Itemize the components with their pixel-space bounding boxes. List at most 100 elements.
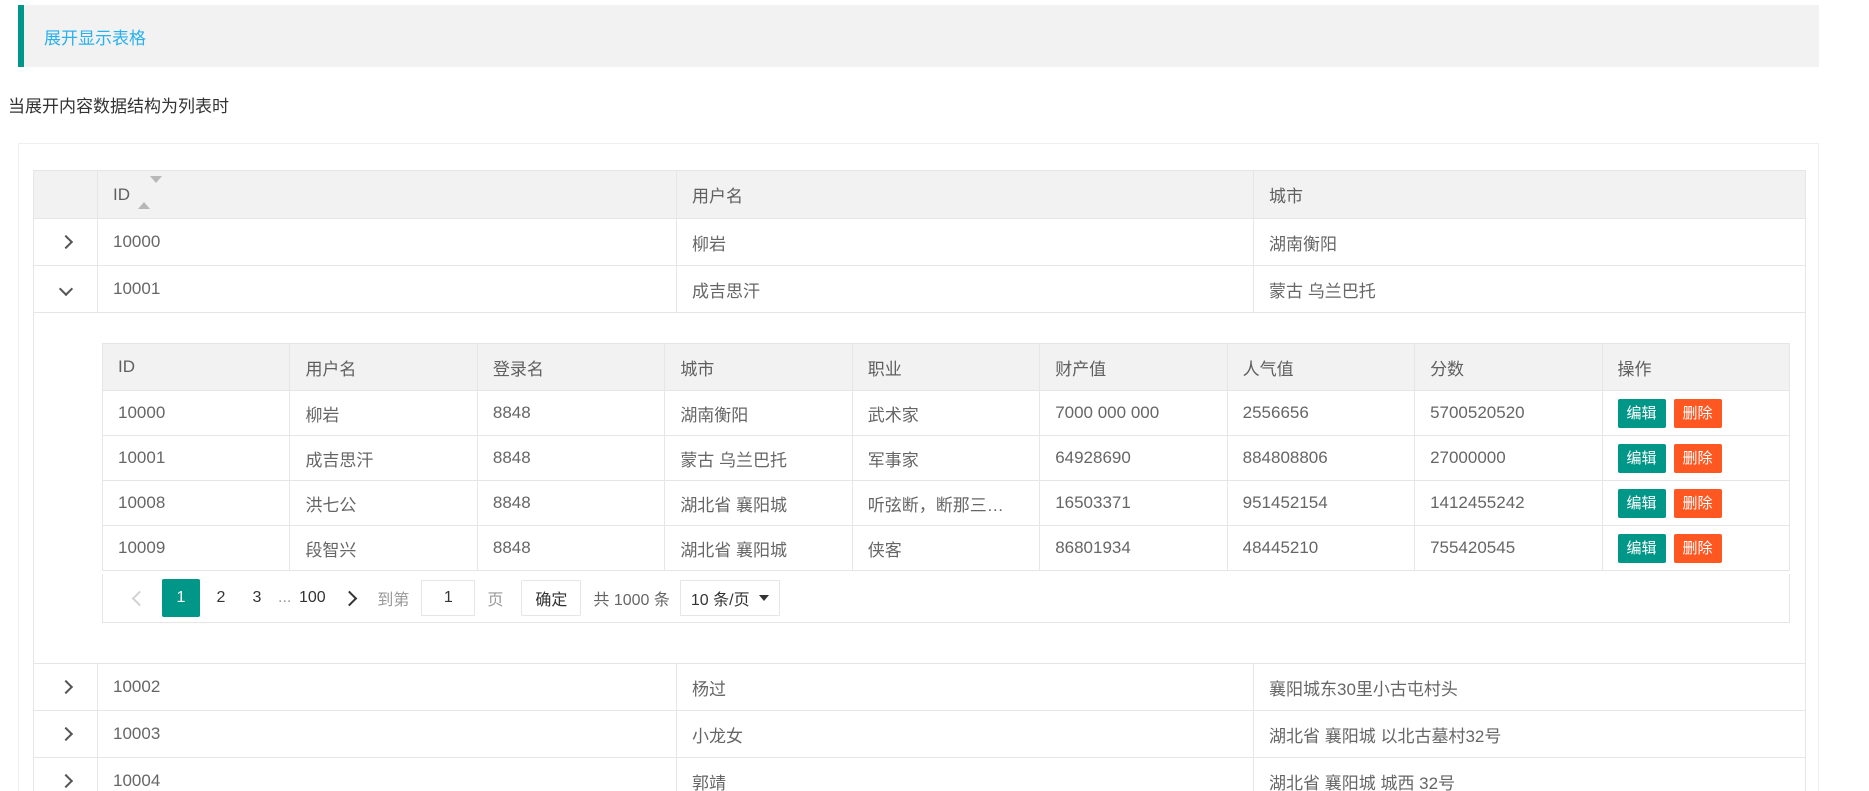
nested-cell-username: 成吉思汗	[290, 436, 477, 481]
delete-button[interactable]: 删除	[1674, 399, 1722, 428]
nested-cell-login: 8848	[477, 526, 664, 571]
nested-cell-popularity: 884808806	[1227, 436, 1414, 481]
expandable-table: ID用户名城市10000柳岩湖南衡阳10001成吉思汗蒙古 乌兰巴托ID用户名登…	[33, 170, 1804, 791]
cell-username: 柳岩	[677, 219, 1254, 266]
nested-cell-popularity: 951452154	[1227, 481, 1414, 526]
cell-city: 湖南衡阳	[1254, 219, 1806, 266]
nested-cell-city: 湖南衡阳	[665, 391, 852, 436]
column-header-label: 城市	[1269, 187, 1303, 206]
nested-table-row: 10008洪七公8848湖北省 襄阳城听弦断，断那三…1650337195145…	[103, 481, 1790, 526]
nested-column-header-财产值: 财产值	[1040, 344, 1227, 391]
table-row: 10002杨过襄阳城东30里小古屯村头	[34, 664, 1806, 711]
main-table: ID用户名城市10000柳岩湖南衡阳10001成吉思汗蒙古 乌兰巴托ID用户名登…	[33, 170, 1806, 791]
cell-id: 10000	[98, 219, 677, 266]
page-button-3[interactable]: 3	[242, 579, 272, 617]
page-size-select[interactable]: 10 条/页	[680, 580, 780, 616]
delete-button[interactable]: 删除	[1674, 489, 1722, 518]
delete-button[interactable]: 删除	[1674, 444, 1722, 473]
sort-desc-icon[interactable]	[150, 176, 162, 202]
nested-cell-id: 10001	[103, 436, 290, 481]
goto-label: 到第	[377, 586, 409, 610]
nested-cell-job: 军事家	[852, 436, 1039, 481]
nested-column-header-用户名: 用户名	[290, 344, 477, 391]
nested-cell-wealth: 64928690	[1040, 436, 1227, 481]
nested-header-row: ID用户名登录名城市职业财产值人气值分数操作	[103, 344, 1790, 391]
cell-city: 湖北省 襄阳城 以北古墓村32号	[1254, 711, 1806, 758]
nested-table-row: 10000柳岩8848湖南衡阳武术家7000 000 0002556656570…	[103, 391, 1790, 436]
nested-cell-username: 洪七公	[290, 481, 477, 526]
nested-cell-username: 段智兴	[290, 526, 477, 571]
chevron-right-icon[interactable]	[58, 727, 72, 741]
section-link[interactable]: 展开显示表格	[24, 24, 146, 49]
chevron-down-icon[interactable]	[58, 282, 72, 296]
expand-toggle-cell[interactable]	[34, 664, 98, 711]
nested-cell-id: 10009	[103, 526, 290, 571]
nested-column-header-登录名: 登录名	[477, 344, 664, 391]
edit-button[interactable]: 编辑	[1618, 444, 1666, 473]
nested-cell-wealth: 86801934	[1040, 526, 1227, 571]
nested-cell-actions: 编辑删除	[1602, 391, 1790, 436]
sort-asc-icon[interactable]	[138, 183, 150, 209]
expand-toggle-cell[interactable]	[34, 219, 98, 266]
nested-cell-login: 8848	[477, 481, 664, 526]
nested-cell-score: 1412455242	[1415, 481, 1602, 526]
nested-column-header-职业: 职业	[852, 344, 1039, 391]
nested-cell-username: 柳岩	[290, 391, 477, 436]
nested-column-header-城市: 城市	[665, 344, 852, 391]
nested-cell-login: 8848	[477, 391, 664, 436]
chevron-right-icon[interactable]	[58, 680, 72, 694]
nested-table-row: 10009段智兴8848湖北省 襄阳城侠客8680193448445210755…	[103, 526, 1790, 571]
nested-column-header-操作: 操作	[1602, 344, 1790, 391]
table-row: 10003小龙女湖北省 襄阳城 以北古墓村32号	[34, 711, 1806, 758]
next-page-icon[interactable]	[342, 590, 358, 606]
edit-button[interactable]: 编辑	[1618, 534, 1666, 563]
page-button-1[interactable]: 1	[162, 579, 200, 617]
pagination-bar: 123...100到第页确定共 1000 条10 条/页	[102, 574, 1790, 623]
table-container: ID用户名城市10000柳岩湖南衡阳10001成吉思汗蒙古 乌兰巴托ID用户名登…	[18, 143, 1819, 791]
chevron-right-icon[interactable]	[58, 235, 72, 249]
nested-column-header-人气值: 人气值	[1227, 344, 1414, 391]
nested-cell-wealth: 7000 000 000	[1040, 391, 1227, 436]
delete-button[interactable]: 删除	[1674, 534, 1722, 563]
table-row: 10004郭靖湖北省 襄阳城 城西 32号	[34, 758, 1806, 791]
nested-cell-city: 湖北省 襄阳城	[665, 481, 852, 526]
page-size-value: 10 条/页	[691, 586, 750, 610]
page-ellipsis: ...	[278, 589, 291, 607]
sort-icon[interactable]	[138, 183, 162, 203]
nested-cell-score: 755420545	[1415, 526, 1602, 571]
prev-page-icon[interactable]	[132, 590, 148, 606]
nested-table-row: 10001成吉思汗8848蒙古 乌兰巴托军事家64928690884808806…	[103, 436, 1790, 481]
cell-id: 10004	[98, 758, 677, 791]
cell-username: 成吉思汗	[677, 266, 1254, 313]
expand-toggle-cell[interactable]	[34, 266, 98, 313]
nested-cell-actions: 编辑删除	[1602, 436, 1790, 481]
chevron-right-icon[interactable]	[58, 774, 72, 788]
confirm-button[interactable]: 确定	[521, 580, 581, 616]
nested-cell-id: 10000	[103, 391, 290, 436]
total-count-label: 共 1000 条	[593, 586, 670, 610]
edit-button[interactable]: 编辑	[1618, 489, 1666, 518]
cell-id: 10002	[98, 664, 677, 711]
column-header-用户名: 用户名	[677, 171, 1254, 219]
demo-section-header: 展开显示表格	[18, 5, 1819, 67]
nested-cell-actions: 编辑删除	[1602, 481, 1790, 526]
page-button-100[interactable]: 100	[297, 579, 327, 617]
chevron-down-icon	[759, 595, 769, 601]
expand-toggle-cell[interactable]	[34, 711, 98, 758]
cell-city: 湖北省 襄阳城 城西 32号	[1254, 758, 1806, 791]
cell-username: 杨过	[677, 664, 1254, 711]
cell-id: 10003	[98, 711, 677, 758]
nested-cell-popularity: 48445210	[1227, 526, 1414, 571]
subtitle: 当展开内容数据结构为列表时	[8, 96, 1869, 117]
column-header-label: 用户名	[692, 187, 743, 206]
page-button-2[interactable]: 2	[206, 579, 236, 617]
nested-cell-score: 27000000	[1415, 436, 1602, 481]
goto-page-input[interactable]	[421, 580, 475, 616]
table-row: 10000柳岩湖南衡阳	[34, 219, 1806, 266]
cell-username: 小龙女	[677, 711, 1254, 758]
column-header-ID[interactable]: ID	[98, 171, 677, 219]
edit-button[interactable]: 编辑	[1618, 399, 1666, 428]
expand-column-header	[34, 171, 98, 219]
expand-toggle-cell[interactable]	[34, 758, 98, 791]
cell-city: 蒙古 乌兰巴托	[1254, 266, 1806, 313]
